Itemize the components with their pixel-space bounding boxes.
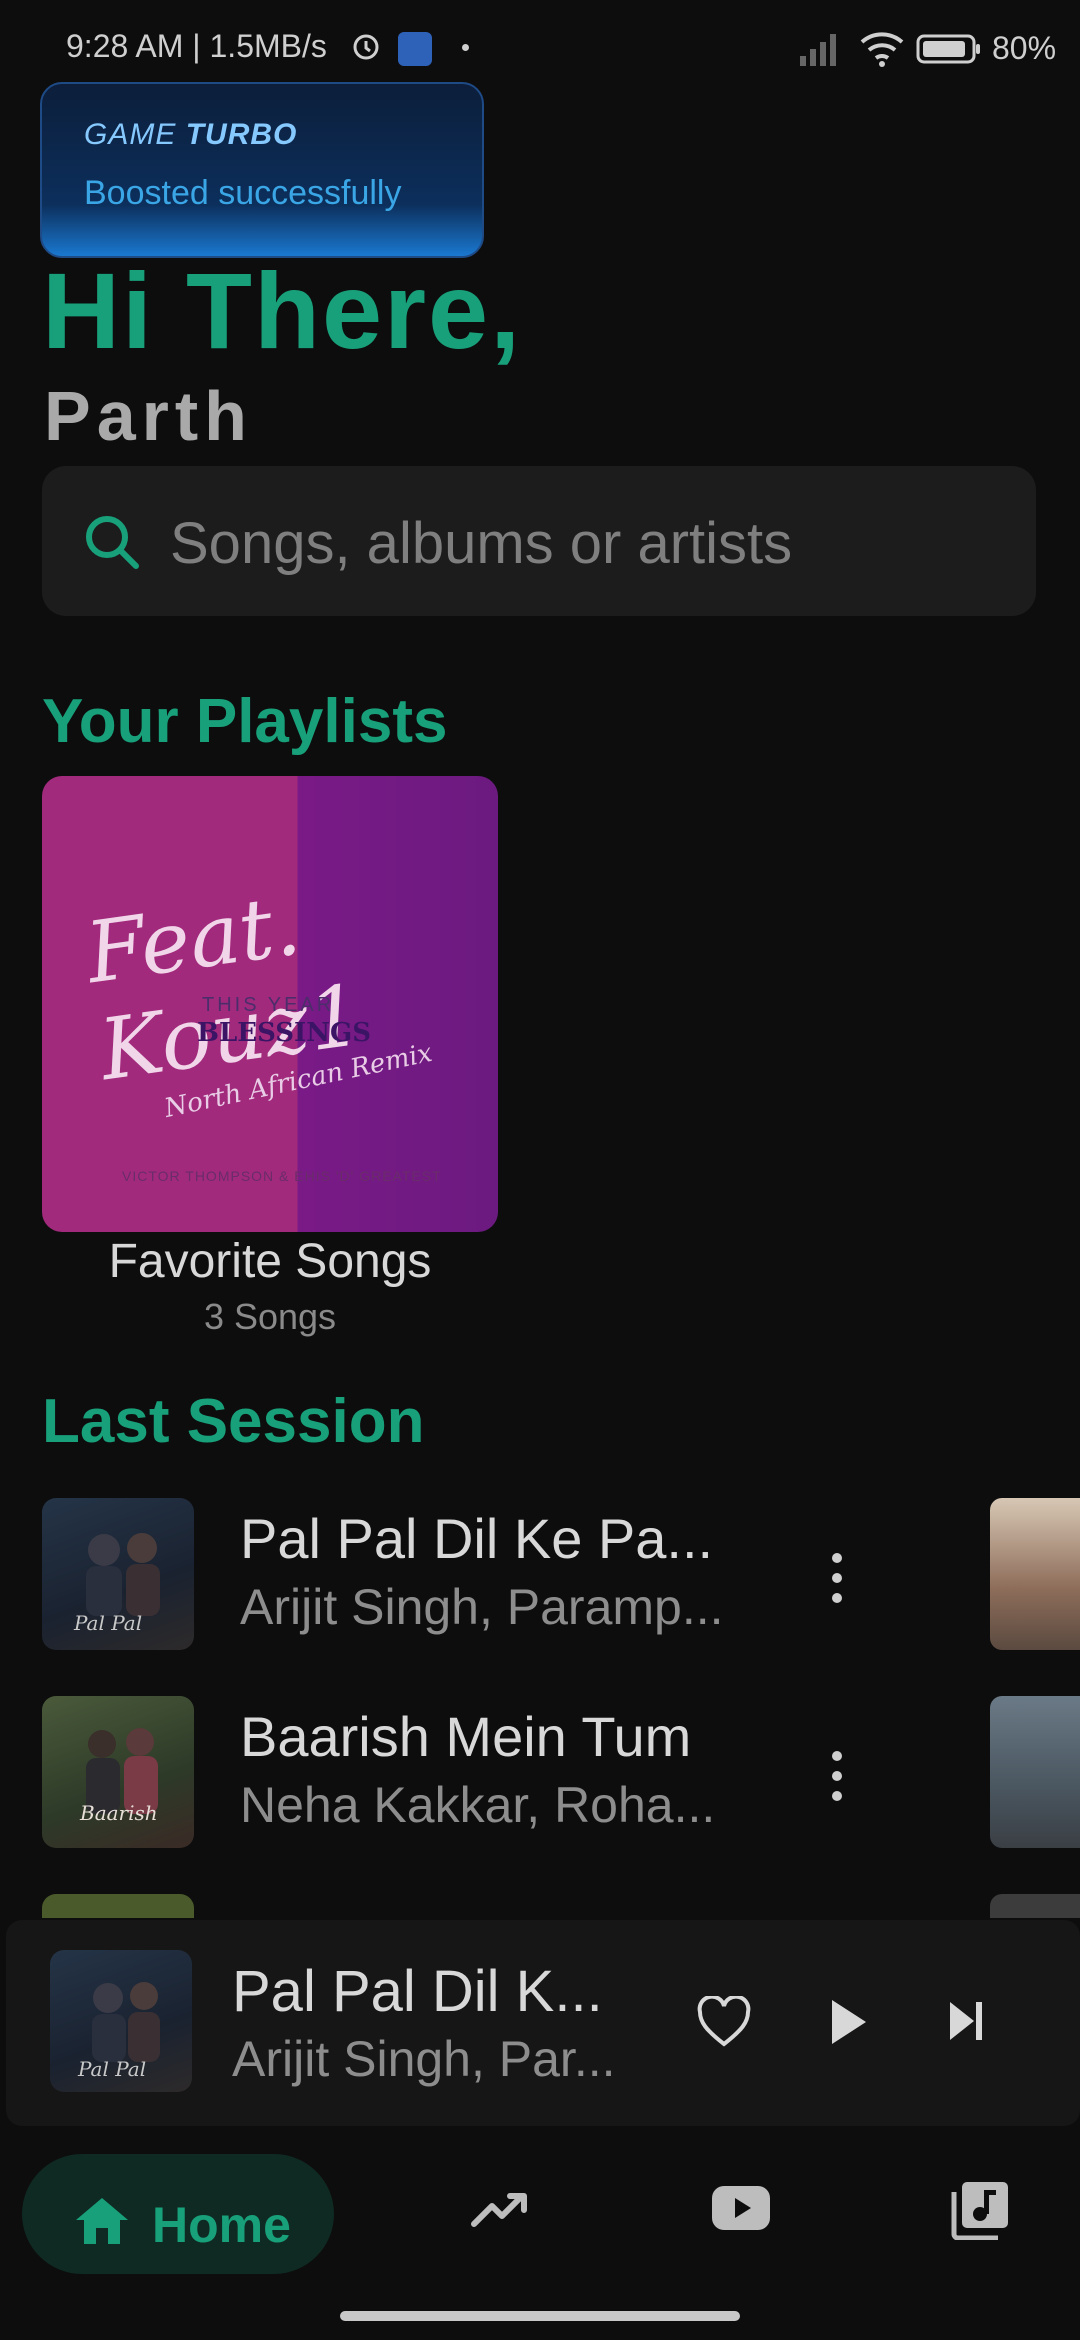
home-icon <box>76 2198 128 2244</box>
search-icon <box>86 516 139 569</box>
song-thumbnail <box>42 1894 194 1918</box>
more-options-icon[interactable] <box>822 1746 852 1806</box>
song-artist: Neha Kakkar, Roha... <box>240 1777 716 1833</box>
library-icon[interactable] <box>950 2180 1010 2240</box>
toast-title: GAME TURBO <box>84 118 298 151</box>
playlist-song-count: 3 Songs <box>203 1296 337 1337</box>
cover-blessings-text: BLESSINGS <box>197 1018 371 1048</box>
next-song-thumbnail[interactable] <box>990 1696 1080 1848</box>
list-item[interactable]: Pal Pal Pal Pal Dil Ke Pa... Arijit Sing… <box>42 1498 1080 1650</box>
last-session-heading: Last Session <box>42 1387 425 1456</box>
cell-signal-icon <box>800 34 836 66</box>
album-art-image: Pal Pal <box>73 1533 160 1635</box>
svg-text:Baarish: Baarish <box>79 1801 158 1825</box>
skip-next-icon[interactable] <box>946 1998 986 2044</box>
more-options-icon[interactable] <box>822 1548 852 1608</box>
list-item[interactable]: Baarish Baarish Mein Tum Neha Kakkar, Ro… <box>42 1696 1080 1848</box>
song-artist: Arijit Singh, Paramp... <box>240 1579 724 1635</box>
search-bar[interactable]: Songs, albums or artists <box>42 466 1036 616</box>
album-art-image: Pal Pal <box>77 1982 160 2081</box>
trending-icon[interactable] <box>470 2190 530 2230</box>
next-song-thumbnail[interactable] <box>990 1498 1080 1650</box>
playlist-cover[interactable]: Feat. Kouz1 THIS YEAR BLESSINGS North Af… <box>42 776 498 1232</box>
video-icon[interactable] <box>712 2186 770 2230</box>
song-thumbnail: Pal Pal <box>42 1498 194 1650</box>
nav-home[interactable]: Home <box>22 2154 334 2274</box>
list-item[interactable] <box>42 1894 1080 1918</box>
svg-text:Pal Pal: Pal Pal <box>77 2057 146 2081</box>
song-title: Baarish Mein Tum <box>240 1705 692 1768</box>
svg-text:Pal Pal: Pal Pal <box>73 1611 142 1635</box>
alarm-icon <box>353 34 379 60</box>
notification-app-icon <box>398 32 432 66</box>
cover-credits-text: VICTOR THOMPSON & EHIS 'D' GREATEST <box>122 1168 442 1184</box>
search-placeholder: Songs, albums or artists <box>170 511 793 576</box>
mini-player-title: Pal Pal Dil K... <box>232 1959 603 2024</box>
play-icon[interactable] <box>826 1996 870 2048</box>
playlist-name[interactable]: Favorite Songs <box>42 1234 498 1289</box>
song-thumbnail: Baarish <box>42 1696 194 1848</box>
mini-player-artist: Arijit Singh, Par... <box>232 2031 616 2087</box>
heart-icon[interactable] <box>696 1996 752 2048</box>
battery-icon <box>916 34 980 64</box>
song-title: Pal Pal Dil Ke Pa... <box>240 1507 714 1570</box>
mini-player[interactable]: Pal Pal Pal Pal Dil K... Arijit Singh, P… <box>6 1920 1080 2126</box>
game-turbo-toast: GAME TURBO Boosted successfully <box>40 82 484 258</box>
next-song-thumbnail[interactable] <box>990 1894 1080 1918</box>
wifi-icon <box>860 32 904 67</box>
status-time: 9:28 AM | 1.5MB/s <box>66 28 327 64</box>
home-indicator[interactable] <box>340 2311 740 2321</box>
nav-home-label: Home <box>152 2197 291 2253</box>
bottom-navigation: Home <box>0 2140 1080 2340</box>
battery-percent: 80% <box>992 30 1057 66</box>
playlists-heading: Your Playlists <box>42 687 448 756</box>
cover-title-text: Feat. Kouz1 <box>80 875 368 1100</box>
album-art-image: Baarish <box>79 1728 158 1825</box>
greeting-title: Hi There, <box>42 250 523 371</box>
cover-year-text: THIS YEAR <box>202 994 335 1016</box>
greeting-username: Parth <box>44 377 253 455</box>
toast-message: Boosted successfully <box>84 174 402 212</box>
notification-dot <box>462 44 469 51</box>
mini-player-thumbnail: Pal Pal <box>50 1950 192 2092</box>
